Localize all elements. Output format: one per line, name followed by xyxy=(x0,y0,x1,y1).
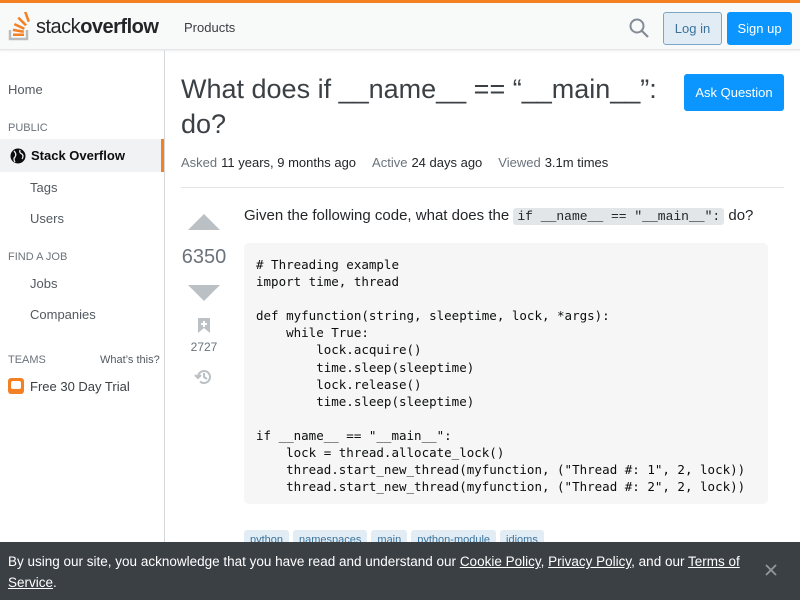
site-logo[interactable]: stackoverflow xyxy=(8,11,159,43)
whats-this-link[interactable]: What’s this? xyxy=(100,354,160,366)
signup-button[interactable]: Sign up xyxy=(727,12,792,45)
top-bar: stackoverflow Products Log in Sign up xyxy=(0,0,800,50)
viewed-meta: Viewed 3.1m times xyxy=(498,155,608,170)
viewed-value: 3.1m times xyxy=(544,155,609,170)
sidebar-heading-find-job: FIND A JOB xyxy=(8,251,68,263)
free-trial-label: Free 30 Day Trial xyxy=(30,378,130,394)
ask-question-button[interactable]: Ask Question xyxy=(684,74,784,111)
sidebar-item-jobs[interactable]: Jobs xyxy=(30,276,57,291)
login-button[interactable]: Log in xyxy=(663,12,722,45)
left-sidebar: Home PUBLIC Stack Overflow Tags Users FI… xyxy=(0,50,165,600)
stackoverflow-logo-icon xyxy=(8,12,30,41)
inline-code: if __name__ == "__main__": xyxy=(513,208,725,225)
active-label: Active xyxy=(372,155,408,170)
cookie-banner: By using our site, you acknowledge that … xyxy=(0,542,800,600)
sidebar-heading-teams: TEAMS xyxy=(8,354,46,366)
bookmark-count: 2727 xyxy=(190,340,218,354)
close-icon[interactable] xyxy=(763,562,779,578)
sidebar-item-users[interactable]: Users xyxy=(30,211,64,226)
upvote-arrow-icon[interactable] xyxy=(188,214,220,230)
question-meta: Asked 11 years, 9 months ago Active 24 day… xyxy=(181,155,608,170)
divider xyxy=(181,187,784,188)
sidebar-item-home[interactable]: Home xyxy=(8,82,43,97)
bookmark-icon[interactable] xyxy=(198,318,210,333)
question-body: Given the following code, what does the … xyxy=(244,206,753,226)
cookie-policy-link[interactable]: Cookie Policy xyxy=(460,554,541,569)
globe-icon xyxy=(10,148,26,163)
body-text-prefix: Given the following code, what does the xyxy=(244,207,510,224)
vote-count: 6350 xyxy=(181,246,227,268)
free-trial-link[interactable]: Free 30 Day Trial xyxy=(8,378,130,394)
logo-text: stackoverflow xyxy=(36,15,159,38)
downvote-arrow-icon[interactable] xyxy=(188,285,220,301)
sidebar-item-label: Stack Overflow xyxy=(31,148,125,163)
search-icon[interactable] xyxy=(628,17,650,39)
active-value[interactable]: 24 days ago xyxy=(411,155,482,170)
active-meta: Active 24 days ago xyxy=(372,155,482,170)
briefcase-icon xyxy=(8,378,24,394)
question-title[interactable]: What does if __name__ == “__main__”: do? xyxy=(181,72,671,142)
history-icon[interactable] xyxy=(194,367,214,387)
sidebar-item-stack-overflow[interactable]: Stack Overflow xyxy=(0,139,164,172)
products-nav-link[interactable]: Products xyxy=(184,20,235,35)
sidebar-item-tags[interactable]: Tags xyxy=(30,180,57,195)
code-block: # Threading example import time, thread … xyxy=(244,243,768,504)
cookie-text: By using our site, you acknowledge that … xyxy=(8,554,740,590)
body-text-suffix: do? xyxy=(728,207,754,224)
code-content: # Threading example import time, thread … xyxy=(256,257,746,495)
asked-value: 11 years, 9 months ago xyxy=(221,155,357,170)
viewed-label: Viewed xyxy=(498,155,541,170)
privacy-policy-link[interactable]: Privacy Policy xyxy=(548,554,631,569)
sidebar-heading-public: PUBLIC xyxy=(8,122,48,134)
sidebar-item-companies[interactable]: Companies xyxy=(30,307,96,322)
asked-meta: Asked 11 years, 9 months ago xyxy=(181,155,356,170)
asked-label: Asked xyxy=(181,155,218,170)
